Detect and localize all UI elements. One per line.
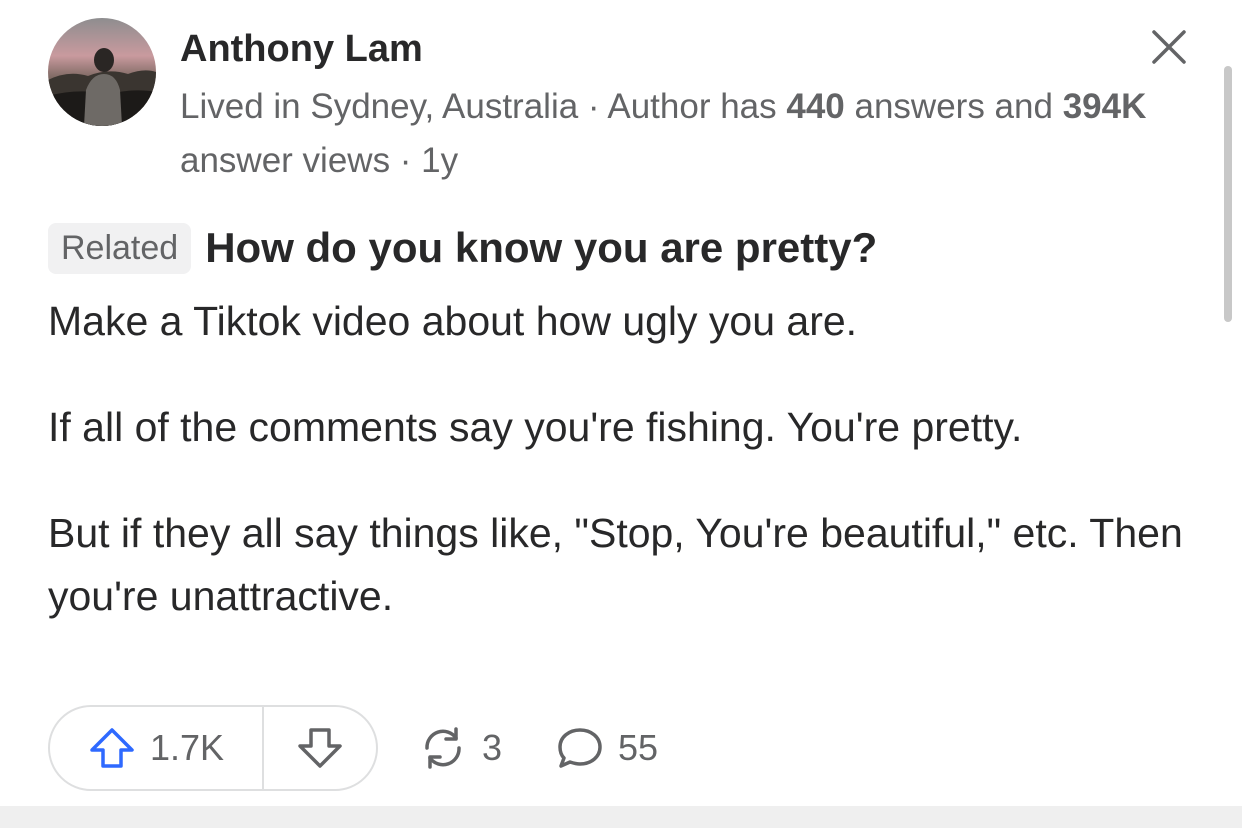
share-button[interactable]: 3 [418, 720, 502, 776]
upvote-button[interactable]: 1.7K [50, 707, 264, 789]
avatar-photo [48, 18, 156, 126]
author-credential-suffix: answer views · 1y [180, 141, 459, 180]
arrow-up-icon [90, 728, 134, 768]
comment-button[interactable]: 55 [556, 720, 658, 776]
comment-icon [558, 728, 602, 768]
downvote-button[interactable] [264, 707, 376, 789]
author-credential-mid: answers and [844, 87, 1063, 126]
answer-paragraph: If all of the comments say you're fishin… [48, 404, 1023, 450]
related-badge: Related [48, 222, 192, 274]
close-button[interactable] [1146, 24, 1192, 70]
author-name[interactable]: Anthony Lam [180, 28, 423, 71]
feed-divider [0, 806, 1242, 828]
close-icon [1152, 30, 1186, 64]
arrow-down-icon [298, 728, 342, 768]
views-count: 394K [1062, 87, 1147, 126]
scrollbar[interactable] [1224, 66, 1232, 322]
share-count: 3 [482, 727, 503, 768]
answer-paragraph: Make a Tiktok video about how ugly you a… [48, 298, 858, 344]
related-question-title[interactable]: How do you know you are pretty? [205, 224, 877, 272]
answers-count: 440 [786, 87, 845, 126]
answer-card: Anthony Lam Lived in Sydney, Australia ·… [0, 0, 1242, 806]
answer-body: Make a Tiktok video about how ugly you a… [48, 290, 1198, 671]
answer-paragraph: But if they all say things like, "Stop, … [48, 510, 1183, 619]
comment-count: 55 [618, 727, 659, 768]
author-credential-text: Lived in Sydney, Australia · Author has [180, 87, 787, 126]
related-question-row: Related How do you know you are pretty? [48, 220, 877, 276]
author-credentials: Lived in Sydney, Australia · Author has … [180, 80, 1190, 188]
upvote-count: 1.7K [150, 727, 225, 768]
author-avatar[interactable] [48, 18, 156, 126]
reshare-icon [425, 727, 461, 769]
vote-control: 1.7K [48, 705, 378, 791]
